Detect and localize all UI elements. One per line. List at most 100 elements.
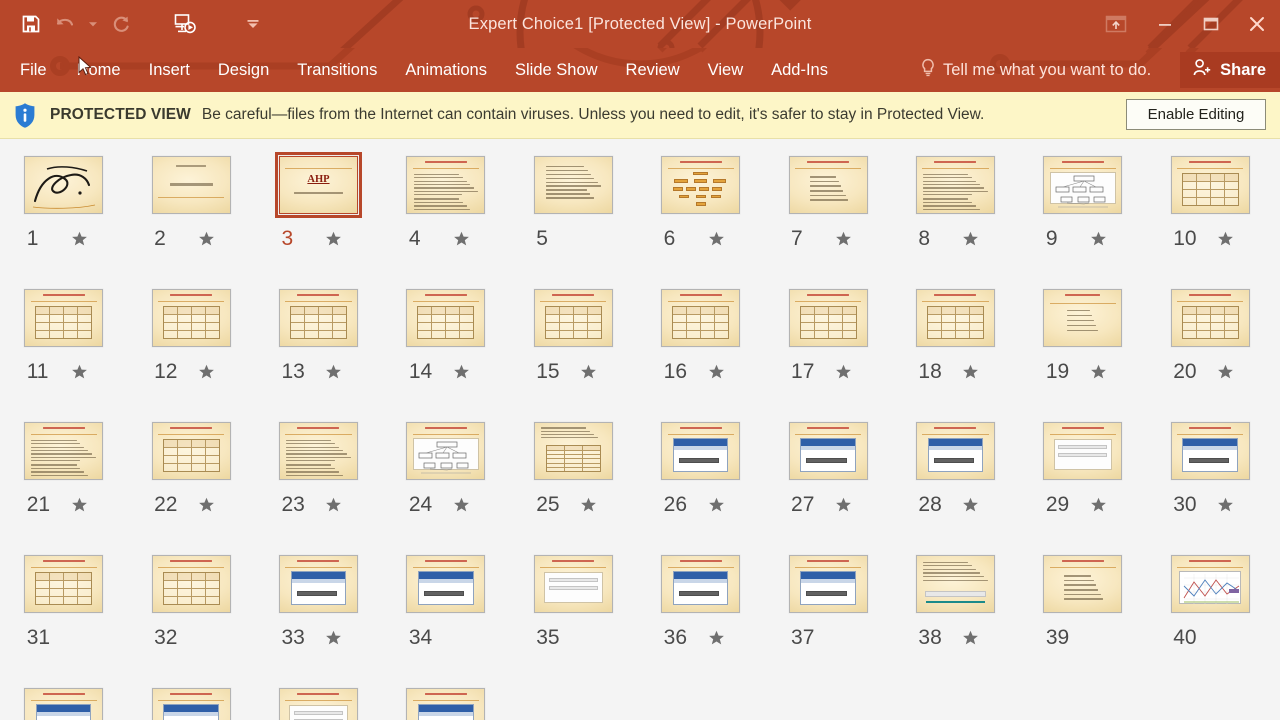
slide-thumbnail[interactable]: [404, 287, 487, 349]
slide-cell[interactable]: 41: [0, 671, 127, 720]
slide-thumbnail[interactable]: [404, 420, 487, 482]
slide-thumbnail-image[interactable]: [24, 422, 104, 480]
star-icon[interactable]: [65, 231, 109, 248]
slide-cell[interactable]: 34: [382, 538, 509, 671]
slide-cell[interactable]: 10: [1147, 139, 1274, 272]
star-icon[interactable]: [956, 497, 1000, 514]
slide-cell[interactable]: 17: [764, 272, 891, 405]
slide-thumbnail-image[interactable]: [24, 688, 104, 720]
star-icon[interactable]: [956, 364, 1000, 381]
slide-thumbnail-image[interactable]: [1043, 289, 1123, 347]
slide-thumbnail[interactable]: [659, 553, 742, 615]
slide-thumbnail[interactable]: [22, 420, 105, 482]
star-icon[interactable]: [702, 497, 746, 514]
star-icon[interactable]: [702, 630, 746, 647]
slide-thumbnail-image[interactable]: [151, 156, 231, 214]
slide-cell[interactable]: 43: [255, 671, 382, 720]
slide-cell[interactable]: 4: [382, 139, 509, 272]
save-icon[interactable]: [14, 6, 48, 42]
slide-cell[interactable]: 32: [127, 538, 254, 671]
slide-cell[interactable]: 2: [127, 139, 254, 272]
slide-thumbnail-image[interactable]: [24, 555, 104, 613]
star-icon[interactable]: [829, 364, 873, 381]
slide-thumbnail[interactable]: [1041, 287, 1124, 349]
slide-thumbnail-image[interactable]: [788, 156, 868, 214]
slide-thumbnail[interactable]: [1169, 287, 1252, 349]
slide-thumbnail-image[interactable]: [1043, 422, 1123, 480]
slide-thumbnail[interactable]: [659, 287, 742, 349]
slide-thumbnail-image[interactable]: [1043, 555, 1123, 613]
tab-insert[interactable]: Insert: [135, 48, 204, 92]
slide-thumbnail-image[interactable]: [406, 156, 486, 214]
slide-thumbnail[interactable]: [914, 420, 997, 482]
star-icon[interactable]: [319, 497, 363, 514]
slide-thumbnail-image[interactable]: [406, 688, 486, 720]
slide-thumbnail-image[interactable]: [788, 289, 868, 347]
undo-dropdown-icon[interactable]: [82, 6, 104, 42]
tab-view[interactable]: View: [694, 48, 757, 92]
slide-thumbnail-image[interactable]: [1170, 156, 1250, 214]
star-icon[interactable]: [319, 630, 363, 647]
star-icon[interactable]: [319, 231, 363, 248]
star-icon[interactable]: [319, 364, 363, 381]
slide-cell[interactable]: 27: [764, 405, 891, 538]
slide-thumbnail[interactable]: [150, 154, 233, 216]
slide-cell[interactable]: 25: [510, 405, 637, 538]
slide-cell[interactable]: 11: [0, 272, 127, 405]
slide-cell[interactable]: 42: [127, 671, 254, 720]
slide-cell[interactable]: 6: [637, 139, 764, 272]
tab-slide-show[interactable]: Slide Show: [501, 48, 612, 92]
slide-cell[interactable]: 8: [892, 139, 1019, 272]
minimize-icon[interactable]: [1142, 0, 1188, 48]
slide-thumbnail[interactable]: [22, 686, 105, 720]
slide-thumbnail[interactable]: [1041, 154, 1124, 216]
slide-cell[interactable]: 13: [255, 272, 382, 405]
slide-thumbnail-image[interactable]: [24, 156, 104, 214]
slide-thumbnail-image[interactable]: [406, 555, 486, 613]
customize-quick-access-toolbar-icon[interactable]: [236, 6, 270, 42]
slide-thumbnail[interactable]: [787, 287, 870, 349]
star-icon[interactable]: [574, 497, 618, 514]
slide-thumbnail-image[interactable]: [915, 422, 995, 480]
slide-thumbnail[interactable]: [914, 287, 997, 349]
slide-thumbnail[interactable]: [22, 287, 105, 349]
slide-thumbnail[interactable]: [277, 420, 360, 482]
slide-cell[interactable]: 24: [382, 405, 509, 538]
slide-cell[interactable]: 18: [892, 272, 1019, 405]
star-icon[interactable]: [574, 364, 618, 381]
slide-thumbnail-image[interactable]: [915, 555, 995, 613]
slide-thumbnail-image[interactable]: [788, 555, 868, 613]
star-icon[interactable]: [829, 497, 873, 514]
star-icon[interactable]: [192, 364, 236, 381]
slide-thumbnail-image[interactable]: [151, 422, 231, 480]
slide-thumbnail[interactable]: [787, 553, 870, 615]
slide-thumbnail[interactable]: [659, 154, 742, 216]
star-icon[interactable]: [829, 231, 873, 248]
star-icon[interactable]: [702, 364, 746, 381]
start-slideshow-icon[interactable]: [168, 6, 202, 42]
slide-sorter-pane[interactable]: 1 2 AHP 3 4 5 6 7 8 9 10 11 12 13 14 15 16 17 18 19 20 21 22 23…: [0, 139, 1280, 720]
tab-file[interactable]: File: [0, 48, 63, 92]
star-icon[interactable]: [192, 497, 236, 514]
slide-thumbnail-image[interactable]: [915, 289, 995, 347]
slide-cell[interactable]: 21: [0, 405, 127, 538]
undo-icon[interactable]: [48, 6, 82, 42]
slide-thumbnail[interactable]: [404, 686, 487, 720]
slide-cell[interactable]: 33: [255, 538, 382, 671]
slide-thumbnail-image[interactable]: [1170, 555, 1250, 613]
slide-thumbnail-image[interactable]: [533, 555, 613, 613]
slide-thumbnail-image[interactable]: [406, 422, 486, 480]
slide-thumbnail-image[interactable]: [915, 156, 995, 214]
star-icon[interactable]: [1211, 231, 1255, 248]
slide-thumbnail[interactable]: [532, 553, 615, 615]
slide-thumbnail[interactable]: [1169, 154, 1252, 216]
tab-transitions[interactable]: Transitions: [283, 48, 391, 92]
slide-thumbnail-image[interactable]: [533, 289, 613, 347]
slide-cell[interactable]: 9: [1019, 139, 1146, 272]
slide-cell[interactable]: 1: [0, 139, 127, 272]
slide-thumbnail-image[interactable]: AHP: [274, 152, 362, 218]
slide-cell[interactable]: 31: [0, 538, 127, 671]
tab-home[interactable]: Home: [63, 48, 135, 92]
slide-thumbnail[interactable]: [787, 420, 870, 482]
slide-thumbnail[interactable]: [22, 154, 105, 216]
